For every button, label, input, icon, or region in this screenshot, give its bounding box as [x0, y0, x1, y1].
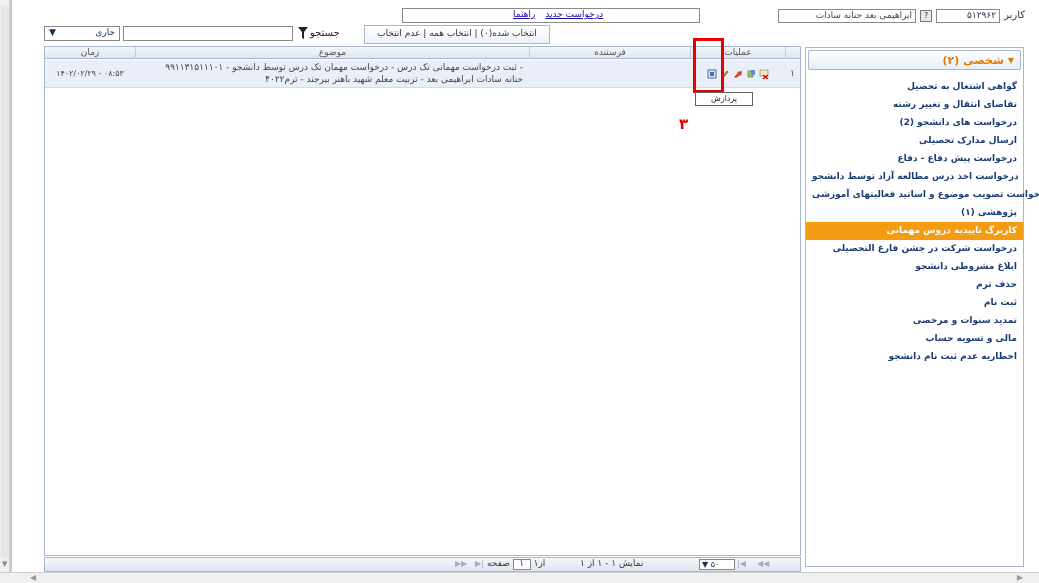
header-row-number — [785, 47, 800, 59]
status-filter-select[interactable]: ▼ جاری — [44, 26, 120, 41]
top-links: راهنما درخواست جدید — [513, 10, 603, 20]
user-bar: کاربر ۵۱۲۹۶۲ ? ابراهیمی بعد حنانه سادات — [659, 8, 1025, 23]
forward-icon[interactable] — [733, 69, 743, 79]
side-panel: شخصی (۲) ▼ گواهی اشتغال به تحصیل تقاضای ا… — [805, 47, 1039, 567]
page-of-label: از۱ — [533, 559, 546, 569]
sidebar-item[interactable]: پژوهشی (۱) — [806, 204, 1023, 222]
page-navigator: از۱ ۱ صفحه — [487, 559, 545, 570]
help-link[interactable]: راهنما — [513, 10, 535, 20]
vertical-scrollbar[interactable]: ▼ — [0, 0, 10, 572]
row-subject: ثبت درخواست مهمانی تک درس - درخواست مهما… — [135, 60, 529, 88]
sidebar-item[interactable]: حذف ترم — [806, 276, 1023, 294]
sidebar-item[interactable]: تقاضای انتقال و تغییر رشته — [806, 96, 1023, 114]
header-sender[interactable]: فرستنده — [529, 47, 690, 59]
page-label: صفحه — [487, 559, 510, 569]
side-panel-title: شخصی (۲) — [942, 53, 1004, 67]
step-marker: ۳ — [679, 115, 689, 133]
help-icon[interactable]: ? — [920, 9, 933, 22]
status-filter-value: جاری — [95, 28, 115, 38]
scroll-right-icon[interactable]: ▶ — [1017, 573, 1023, 582]
sidebar-item[interactable]: تمدید سنوات و مرخصی — [806, 312, 1023, 330]
table-row[interactable]: ۱۴۰۲/۰۲/۲۹ - ۰۸:۵۳ ثبت درخواست مهمانی تک… — [45, 60, 800, 88]
sidebar-item[interactable]: درخواست اخذ درس مطالعه آزاد توسط دانشجو — [806, 168, 1023, 186]
sidebar-item[interactable]: درخواست تصویب موضوع و اساتید فعالیتهای آ… — [806, 186, 1039, 204]
sidebar-item[interactable]: ثبت نام — [806, 294, 1023, 312]
sidebar-item[interactable]: درخواست شرکت در جشن فارغ التحصیلی — [806, 240, 1023, 258]
selection-controls[interactable]: انتخاب شده(۰) | انتخاب همه | عدم انتخاب — [364, 25, 550, 44]
side-menu-list: گواهی اشتغال به تحصیل تقاضای انتقال و تغی… — [806, 78, 1039, 366]
user-label: کاربر — [1004, 10, 1025, 21]
horizontal-scrollbar[interactable]: ◀ ▶ — [0, 572, 1039, 583]
scroll-down-icon[interactable]: ▼ — [2, 560, 7, 568]
chevron-down-icon: ▼ — [49, 28, 56, 38]
sidebar-item[interactable]: گواهی اشتغال به تحصیل — [806, 78, 1023, 96]
search-input[interactable] — [123, 26, 293, 41]
process-tooltip: پردازش — [695, 92, 753, 106]
row-time: ۱۴۰۲/۰۲/۲۹ - ۰۸:۵۳ — [56, 69, 124, 78]
search-label[interactable]: جستجو — [310, 28, 340, 39]
grid-toolbar: ▼ جاری جستجو انتخاب شده(۰) | انتخاب همه … — [44, 25, 801, 44]
page-size-value: ۵۰ — [710, 560, 720, 569]
scrollbar-thumb[interactable] — [1, 6, 9, 558]
next-page-icon[interactable]: ▶▶ — [455, 559, 467, 568]
scroll-left-icon[interactable]: ◀ — [30, 573, 36, 582]
new-request-link[interactable]: درخواست جدید — [545, 10, 603, 20]
user-id-field[interactable]: ۵۱۲۹۶۲ — [936, 8, 1001, 23]
sidebar-item[interactable]: درخواست پیش دفاع - دفاع — [806, 150, 1023, 168]
frame-divider — [10, 0, 12, 572]
first-page-icon[interactable]: |◀ — [737, 559, 746, 568]
filter-icon[interactable] — [298, 27, 308, 39]
user-name-field: ابراهیمی بعد حنانه سادات — [778, 8, 917, 23]
row-subject-line-2: حنانه سادات ابراهیمی بعد - تربیت معلم شه… — [265, 75, 523, 85]
grid-header: زمان موضوع فرستنده عملیات — [45, 47, 800, 59]
last-page-icon[interactable]: ▶| — [475, 559, 484, 568]
sidebar-item[interactable]: اخطاریه عدم ثبت نام دانشجو — [806, 348, 1023, 366]
page-number-field[interactable]: ۱ — [512, 559, 531, 570]
sidebar-item[interactable]: درخواست های دانشجو (2) — [806, 114, 1023, 132]
attach-icon[interactable] — [746, 69, 756, 79]
header-subject[interactable]: موضوع — [135, 47, 529, 59]
prev-page-icon[interactable]: ◀◀ — [757, 559, 769, 568]
header-time[interactable]: زمان — [45, 47, 135, 59]
highlight-box — [693, 38, 724, 93]
page-size-select[interactable]: ▼ ۵۰ — [699, 559, 735, 570]
pager-display-info: نمایش ۱ - ۱ از ۱ — [580, 559, 644, 569]
chevron-down-icon: ▼ — [702, 560, 709, 569]
sidebar-item[interactable]: مالی و تسویه حساب — [806, 330, 1023, 348]
sidebar-item[interactable]: ابلاغ مشروطی دانشجو — [806, 258, 1023, 276]
sidebar-item[interactable]: کاربرگ تاییدیه دروس مهمانی — [806, 222, 1023, 240]
row-subject-line-1: ثبت درخواست مهمانی تک درس - درخواست مهما… — [165, 63, 523, 73]
collapse-arrow-icon: ▼ — [1007, 55, 1014, 65]
side-panel-header[interactable]: شخصی (۲) ▼ — [808, 50, 1021, 70]
row-number: ۱ — [790, 69, 795, 79]
grid-pager: نمایش ۱ - ۱ از ۱ ▼ ۵۰ |◀ ◀◀ از۱ ۱ صفحه ▶… — [44, 557, 801, 572]
row-sender — [529, 60, 690, 88]
sidebar-item[interactable]: ارسال مدارک تحصیلی — [806, 132, 1023, 150]
app-frame: ▼ ◀ ▶ کاربر ۵۱۲۹۶۲ ? ابراهیمی بعد حنانه … — [0, 0, 1039, 583]
view-icon[interactable] — [759, 69, 769, 79]
